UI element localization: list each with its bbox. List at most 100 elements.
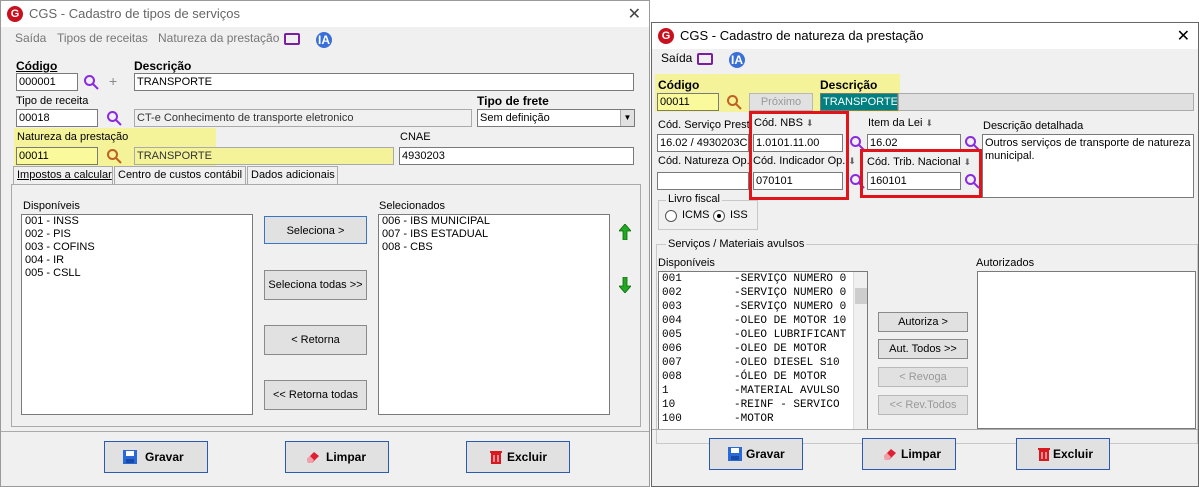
descricao-input[interactable]: TRANSPORTE	[820, 93, 898, 111]
tab-impostos[interactable]: Impostos a calcular	[13, 166, 113, 184]
menu-tipos-receitas[interactable]: Tipos de receitas	[57, 31, 148, 45]
descricao-input-ext[interactable]	[898, 93, 1194, 111]
disponiveis-label: Disponíveis	[658, 257, 715, 269]
proximo-button[interactable]: Próximo	[749, 93, 813, 111]
list-item[interactable]: 100 -MOTOR	[659, 412, 867, 426]
search-icon[interactable]	[106, 110, 122, 126]
list-item[interactable]: 002 -SERVIÇO NUMERO 0	[659, 286, 867, 300]
item-lei-label: Item da Lei ⬇	[868, 117, 933, 129]
retorna-todas-button[interactable]: << Retorna todas	[264, 380, 367, 410]
descricao-input[interactable]: TRANSPORTE	[134, 73, 634, 91]
radio-icms[interactable]	[665, 210, 677, 222]
tab-bar: Impostos a calcular Centro de custos con…	[13, 166, 353, 184]
cod-servico-input[interactable]: 16.02 / 4930203C	[657, 134, 749, 152]
tv-icon[interactable]	[284, 33, 300, 45]
list-item[interactable]: 003 -SERVIÇO NUMERO 0	[659, 300, 867, 314]
close-icon[interactable]: ✕	[628, 4, 641, 24]
list-item[interactable]: 007 - IBS ESTADUAL	[379, 228, 609, 241]
tipo-frete-select[interactable]: Sem definição ▼	[477, 109, 635, 127]
search-icon[interactable]	[964, 173, 980, 189]
list-item[interactable]: 006 - IBS MUNICIPAL	[379, 215, 609, 228]
excluir-label: Excluir	[507, 450, 548, 464]
eraser-icon	[307, 452, 319, 463]
cod-nbs-input[interactable]: 1.0101.11.00	[753, 134, 843, 152]
cnae-label: CNAE	[400, 131, 431, 143]
list-item[interactable]: 002 - PIS	[22, 228, 252, 241]
list-item[interactable]: 10 -REINF - SERVICO	[659, 398, 867, 412]
cnae-input[interactable]: 4930203	[399, 147, 634, 165]
autorizados-list[interactable]	[977, 271, 1196, 429]
pin-icon: ⬇	[925, 118, 934, 128]
radio-iss[interactable]	[713, 210, 725, 222]
close-icon[interactable]: ✕	[1177, 26, 1190, 46]
autoriza-button[interactable]: Autoriza >	[878, 312, 968, 332]
list-item[interactable]: 001 - INSS	[22, 215, 252, 228]
disponiveis-list[interactable]: 001 - INSS 002 - PIS 003 - COFINS 004 - …	[21, 214, 253, 415]
natureza-code-input[interactable]: 00011	[16, 147, 98, 165]
arrow-up-icon[interactable]	[619, 224, 631, 240]
gravar-button[interactable]: Gravar	[104, 441, 208, 473]
list-item[interactable]: 003 - COFINS	[22, 241, 252, 254]
cod-indicador-label: Cód. Indicador Op. ⬇	[753, 155, 856, 167]
rev-todos-button[interactable]: << Rev.Todos	[878, 395, 968, 415]
revoga-button[interactable]: < Revoga	[878, 367, 968, 387]
list-item[interactable]: 1 -MATERIAL AVULSO	[659, 384, 867, 398]
save-icon	[123, 450, 137, 464]
ia-icon[interactable]: IA	[729, 52, 745, 68]
desc-detalhada-label: Descrição detalhada	[983, 120, 1084, 132]
excluir-button[interactable]: Excluir	[1016, 438, 1110, 470]
codigo-input[interactable]: 00011	[657, 93, 719, 111]
list-item[interactable]: 005 - CSLL	[22, 267, 252, 280]
search-icon[interactable]	[726, 94, 742, 110]
item-desc: -OLEO DIESEL S10	[734, 357, 840, 369]
plus-icon[interactable]: +	[109, 73, 117, 89]
list-item[interactable]: 001 -SERVIÇO NUMERO 0	[659, 272, 867, 286]
menu-natureza-prestacao[interactable]: Natureza da prestação	[158, 31, 279, 45]
tipo-receita-label: Tipo de receita	[16, 95, 89, 107]
gravar-button[interactable]: Gravar	[709, 438, 803, 470]
search-icon[interactable]	[106, 148, 122, 164]
chevron-down-icon[interactable]: ▼	[620, 110, 634, 126]
list-item[interactable]: 005 -OLEO LUBRIFICANT	[659, 328, 867, 342]
list-item[interactable]: 004 - IR	[22, 254, 252, 267]
item-desc: -OLEO DE MOTOR	[734, 343, 827, 355]
selecionados-label: Selecionados	[379, 200, 446, 212]
list-item[interactable]: 007 -OLEO DIESEL S10	[659, 356, 867, 370]
cod-indicador-input[interactable]: 070101	[753, 172, 843, 190]
excluir-button[interactable]: Excluir	[466, 441, 570, 473]
tab-dados-adicionais[interactable]: Dados adicionais	[247, 166, 338, 184]
codigo-input[interactable]: 000001	[16, 73, 78, 91]
scrollbar[interactable]	[853, 272, 867, 429]
ia-icon[interactable]: IA	[316, 32, 332, 48]
tab-centro-custos[interactable]: Centro de custos contábil	[114, 166, 246, 184]
selecionados-list[interactable]: 006 - IBS MUNICIPAL 007 - IBS ESTADUAL 0…	[378, 214, 610, 415]
tipo-receita-code-input[interactable]: 00018	[16, 109, 98, 127]
retorna-button[interactable]: < Retorna	[264, 325, 367, 355]
menu-saida[interactable]: Saída	[661, 51, 692, 65]
menu-saida[interactable]: Saída	[15, 31, 46, 45]
limpar-button[interactable]: Limpar	[862, 438, 956, 470]
list-item[interactable]: 004 -OLEO DE MOTOR 10	[659, 314, 867, 328]
item-code: 004	[662, 315, 682, 327]
trash-icon	[490, 451, 502, 464]
arrow-down-icon[interactable]	[619, 277, 631, 293]
scroll-thumb[interactable]	[855, 288, 867, 304]
desc-detalhada-textarea[interactable]: Outros serviços de transporte de naturez…	[982, 134, 1194, 198]
list-item[interactable]: 008 - CBS	[379, 241, 609, 254]
aut-todos-button[interactable]: Aut. Todos >>	[878, 339, 968, 359]
excluir-label: Excluir	[1053, 447, 1094, 461]
pin-icon: ⬇	[848, 156, 856, 166]
codigo-label: Código	[658, 78, 700, 92]
search-icon[interactable]	[83, 74, 99, 90]
seleciona-todas-button[interactable]: Seleciona todas >>	[264, 270, 367, 300]
list-item[interactable]: 006 -OLEO DE MOTOR	[659, 342, 867, 356]
menu-bar: Saída IA	[652, 51, 1198, 73]
list-item[interactable]: 008 -ÓLEO DE MOTOR	[659, 370, 867, 384]
disponiveis-list[interactable]: 001 -SERVIÇO NUMERO 0 002 -SERVIÇO NUMERO …	[658, 271, 868, 429]
limpar-button[interactable]: Limpar	[285, 441, 389, 473]
cod-natureza-op-input[interactable]	[657, 172, 749, 190]
tv-icon[interactable]	[697, 53, 713, 65]
cod-trib-input[interactable]: 160101	[867, 172, 961, 190]
seleciona-button[interactable]: Seleciona >	[264, 216, 367, 244]
descricao-label: Descrição	[820, 78, 878, 92]
